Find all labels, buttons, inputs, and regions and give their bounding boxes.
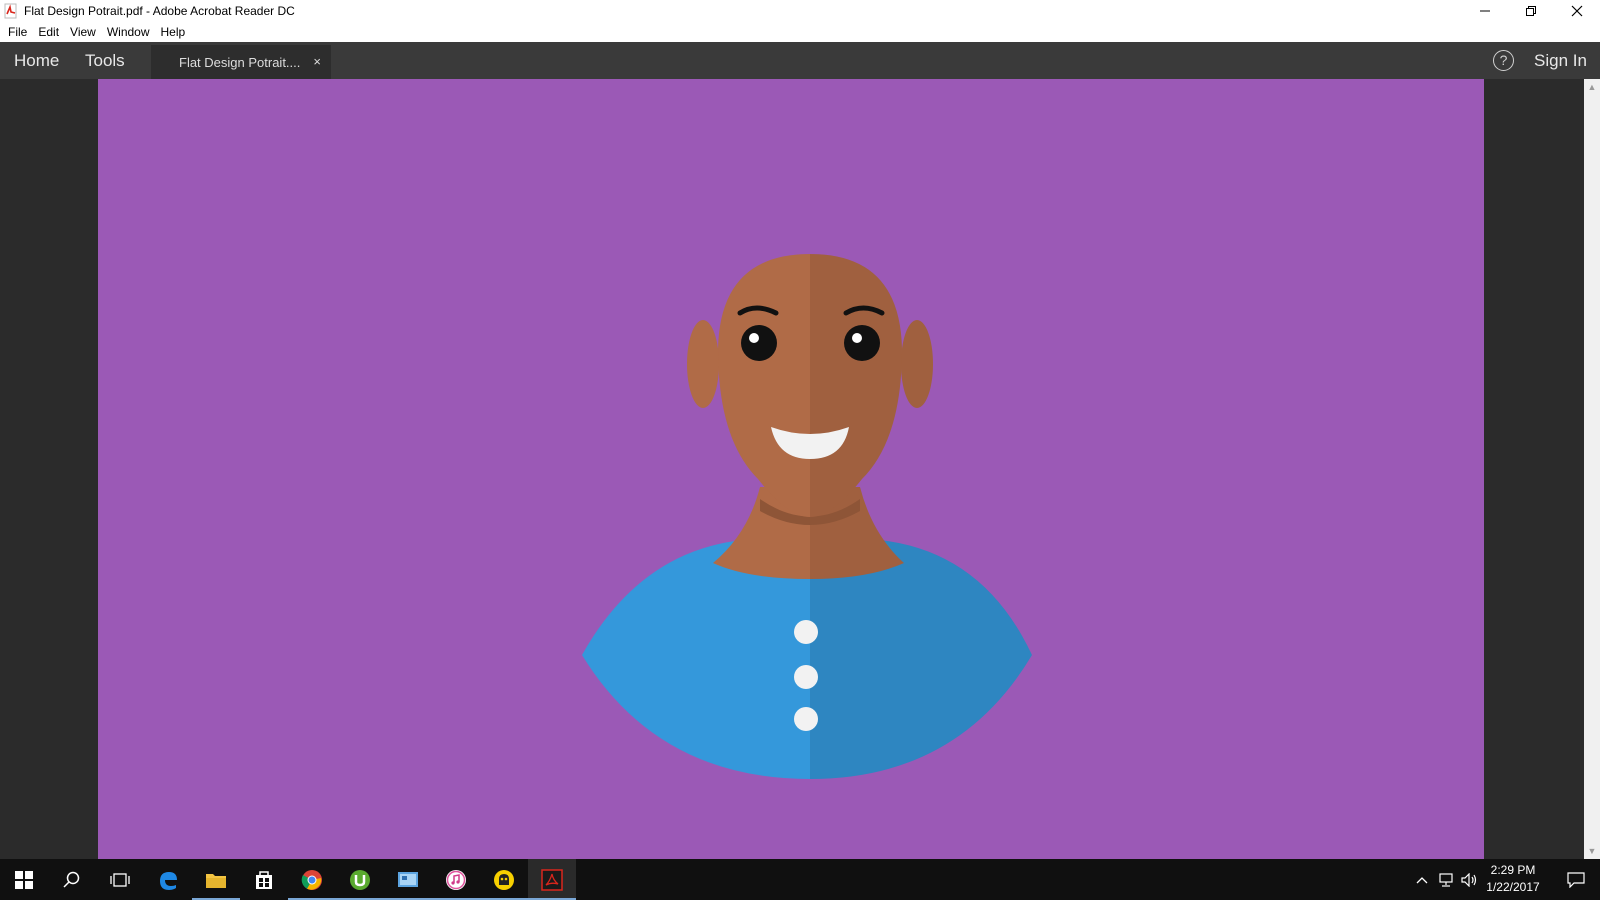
store-taskbar-button[interactable] [240, 859, 288, 900]
menu-file[interactable]: File [4, 25, 34, 39]
system-tray [1410, 859, 1482, 900]
windows-taskbar: 2:29 PM 1/22/2017 [0, 859, 1600, 900]
menu-view[interactable]: View [66, 25, 103, 39]
acrobat-document-icon [3, 3, 19, 19]
help-icon[interactable]: ? [1493, 50, 1514, 71]
flat-portrait-illustration [582, 254, 1032, 779]
windows-logo-icon [15, 870, 33, 889]
shirt-button [794, 665, 818, 689]
itunes-taskbar-button[interactable] [432, 859, 480, 900]
document-tab[interactable]: Flat Design Potrait.... × [151, 45, 331, 79]
notification-icon [1567, 871, 1585, 888]
document-tab-title: Flat Design Potrait.... [179, 54, 301, 70]
left-eye [741, 325, 777, 361]
left-ear [687, 320, 719, 408]
restore-icon [1526, 6, 1536, 16]
network-icon[interactable] [1434, 872, 1458, 887]
restore-button[interactable] [1508, 0, 1554, 22]
control-panel-icon [398, 871, 418, 887]
show-hidden-icons-icon[interactable] [1410, 876, 1434, 884]
clock[interactable]: 2:29 PM 1/22/2017 [1478, 862, 1548, 896]
search-icon [63, 871, 80, 888]
cyberghost-icon [494, 869, 514, 890]
acrobat-nav-bar: Home Tools Flat Design Potrait.... × ? S… [0, 42, 1600, 79]
folder-icon [206, 873, 226, 888]
tools-tab[interactable]: Tools [85, 42, 125, 79]
sign-in-button[interactable]: Sign In [1534, 42, 1587, 79]
start-button[interactable] [0, 859, 48, 900]
close-icon [1571, 5, 1583, 17]
vertical-scrollbar[interactable]: ▲ ▼ [1584, 79, 1600, 859]
document-viewport[interactable] [0, 79, 1584, 859]
itunes-icon [446, 869, 466, 890]
menu-window[interactable]: Window [103, 25, 157, 39]
menu-edit[interactable]: Edit [34, 25, 66, 39]
clock-time: 2:29 PM [1490, 863, 1536, 877]
acrobat-icon [541, 868, 563, 891]
task-view-icon [110, 872, 130, 887]
shirt-button [794, 707, 818, 731]
pdf-page [98, 79, 1484, 859]
close-window-button[interactable] [1554, 0, 1600, 22]
edge-icon [160, 871, 177, 890]
chrome-taskbar-button[interactable] [288, 859, 336, 900]
window-controls [1462, 0, 1600, 22]
menu-bar: File Edit View Window Help [0, 22, 1600, 42]
acrobat-taskbar-button[interactable] [528, 859, 576, 900]
store-icon [256, 870, 272, 889]
chrome-icon [301, 869, 322, 890]
close-tab-button[interactable]: × [313, 54, 321, 69]
control-panel-taskbar-button[interactable] [384, 859, 432, 900]
head [718, 254, 902, 517]
action-center-button[interactable] [1556, 859, 1596, 900]
task-view-button[interactable] [96, 859, 144, 900]
menu-help[interactable]: Help [157, 25, 193, 39]
search-button[interactable] [48, 859, 96, 900]
right-eye [844, 325, 880, 361]
right-ear [901, 320, 933, 408]
utorrent-taskbar-button[interactable] [336, 859, 384, 900]
cyberghost-taskbar-button[interactable] [480, 859, 528, 900]
minimize-icon [1480, 10, 1490, 12]
window-title: Flat Design Potrait.pdf - Adobe Acrobat … [24, 4, 295, 18]
scroll-up-icon[interactable]: ▲ [1584, 79, 1600, 95]
home-tab[interactable]: Home [14, 42, 59, 79]
clock-date: 1/22/2017 [1486, 880, 1540, 894]
title-bar: Flat Design Potrait.pdf - Adobe Acrobat … [0, 0, 1600, 22]
file-explorer-taskbar-button[interactable] [192, 859, 240, 900]
scroll-down-icon[interactable]: ▼ [1584, 843, 1600, 859]
utorrent-icon [350, 869, 370, 890]
shirt-button [794, 620, 818, 644]
minimize-button[interactable] [1462, 0, 1508, 22]
edge-taskbar-button[interactable] [144, 859, 192, 900]
